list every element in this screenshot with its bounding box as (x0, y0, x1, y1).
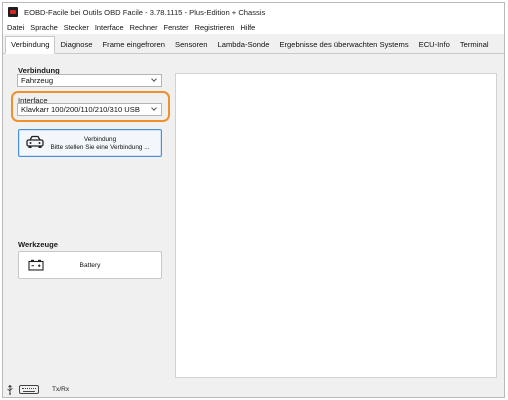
app-window: EOBD-Facile bei Outils OBD Facile - 3.78… (2, 2, 505, 398)
connect-button[interactable]: Verbindung Bitte stellen Sie eine Verbin… (18, 129, 162, 157)
usb-icon (7, 385, 13, 395)
tab-diagnose[interactable]: Diagnose (55, 37, 97, 53)
menu-interface[interactable]: Interface (95, 23, 124, 32)
battery-button[interactable]: Battery (18, 251, 162, 279)
title-bar: EOBD-Facile bei Outils OBD Facile - 3.78… (3, 3, 504, 21)
window-title: EOBD-Facile bei Outils OBD Facile - 3.78… (24, 7, 266, 17)
menu-datei[interactable]: Datei (7, 23, 24, 32)
output-panel (175, 73, 497, 378)
app-icon (8, 7, 18, 17)
battery-button-label: Battery (79, 262, 101, 269)
tab-lambda-sonde[interactable]: Lambda-Sonde (213, 37, 275, 53)
connect-button-subtitle: Bitte stellen Sie eine Verbindung ... (50, 143, 150, 151)
vehicle-select[interactable]: Fahrzeug (17, 74, 162, 87)
tab-verbindung[interactable]: Verbindung (5, 36, 56, 54)
menu-stecker[interactable]: Stecker (64, 23, 89, 32)
tab-ergebnisse[interactable]: Ergebnisse des überwachten Systems (274, 37, 413, 53)
tab-sensoren[interactable]: Sensoren (170, 37, 213, 53)
menu-sprache[interactable]: Sprache (30, 23, 58, 32)
interface-select-value: Klavkarr 100/200/110/210/310 USB (21, 105, 140, 114)
keyboard-icon (19, 385, 39, 394)
tab-content: Verbindung Fahrzeug Interface Klavkarr 1… (5, 55, 503, 380)
tab-frame-eingefroren[interactable]: Frame eingefroren (98, 37, 170, 53)
car-icon (26, 135, 44, 148)
tab-terminal[interactable]: Terminal (455, 37, 494, 53)
chevron-down-icon (151, 106, 157, 112)
menu-rechner[interactable]: Rechner (130, 23, 158, 32)
vehicle-select-value: Fahrzeug (21, 76, 54, 85)
connect-button-title: Verbindung (83, 136, 117, 143)
connect-button-text: Verbindung Bitte stellen Sie eine Verbin… (43, 136, 157, 151)
txrx-status: Tx/Rx (52, 386, 70, 393)
menu-hilfe[interactable]: Hilfe (240, 23, 255, 32)
menu-fenster[interactable]: Fenster (164, 23, 189, 32)
menu-registrieren[interactable]: Registrieren (195, 23, 235, 32)
interface-select[interactable]: Klavkarr 100/200/110/210/310 USB (17, 103, 162, 116)
tab-bar: Verbindung Diagnose Frame eingefroren Se… (3, 36, 504, 54)
tab-ecu-info[interactable]: ECU-Info (414, 37, 455, 53)
chevron-down-icon (151, 77, 157, 83)
status-bar: Tx/Rx (3, 383, 504, 397)
menu-bar: Datei Sprache Stecker Interface Rechner … (3, 21, 504, 34)
tools-section-title: Werkzeuge (18, 240, 58, 249)
